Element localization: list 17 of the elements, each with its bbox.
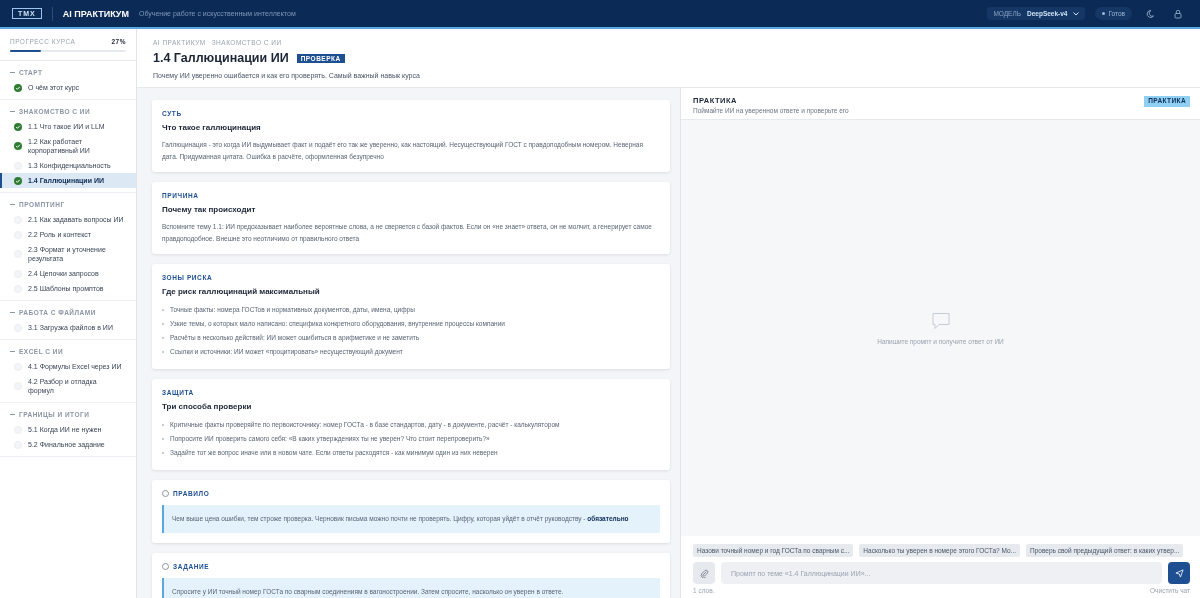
send-icon xyxy=(1174,568,1184,578)
chat-bubble-icon xyxy=(930,311,951,330)
dash-icon xyxy=(10,312,15,313)
paperclip-icon xyxy=(699,568,709,578)
card-title: Три способа проверки xyxy=(162,402,253,411)
dash-icon xyxy=(10,414,15,415)
chevron-down-icon xyxy=(1073,11,1080,16)
dash-icon xyxy=(10,72,15,73)
card-title: Где риск галлюцинаций максимальный xyxy=(162,287,321,296)
page-title: 1.4 Галлюцинации ИИ xyxy=(153,51,289,65)
dash-icon xyxy=(10,111,15,112)
card-title: Что такое галлюцинация xyxy=(162,123,262,132)
card-title: Почему так происходит xyxy=(162,205,257,214)
send-button[interactable] xyxy=(1168,562,1190,584)
dash-icon xyxy=(10,351,15,352)
app-title: AI ПРАКТИКУМ xyxy=(62,8,129,19)
dash-icon xyxy=(10,204,15,205)
